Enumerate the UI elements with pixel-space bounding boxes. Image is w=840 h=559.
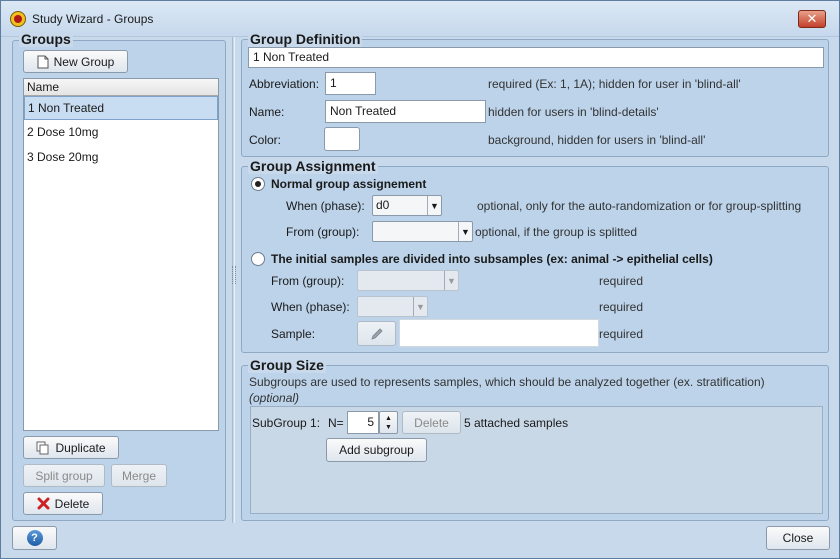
abbreviation-label: Abbreviation: (249, 77, 320, 91)
normal-assignment-label: Normal group assignement (271, 177, 427, 191)
groups-panel-title: Groups (19, 31, 73, 47)
copy-icon (36, 441, 49, 454)
list-item[interactable]: 2 Dose 10mg (24, 121, 218, 145)
sub-from-group-select[interactable]: ▼ (357, 270, 459, 291)
name-label: Name: (249, 105, 285, 119)
split-group-label: Split group (35, 468, 93, 483)
chevron-down-icon: ▼ (458, 222, 472, 241)
subgroup-delete-button[interactable]: Delete (402, 411, 461, 434)
name-hint: hidden for users in 'blind-details' (488, 105, 659, 119)
list-item-label: 1 Non Treated (28, 101, 105, 115)
abbreviation-hint: required (Ex: 1, 1A); hidden for user in… (488, 77, 741, 91)
subsample-assignment-radio[interactable] (251, 252, 265, 266)
window-close-button[interactable]: ✕ (798, 10, 826, 28)
when-phase-value: d0 (376, 198, 390, 212)
study-wizard-window: Study Wizard - Groups ✕ Groups New Group… (0, 0, 840, 559)
list-item-label: 2 Dose 10mg (27, 125, 99, 139)
delete-group-button[interactable]: Delete (23, 492, 103, 515)
subgroup-size-value: 5 (367, 415, 374, 429)
subgroup-label: SubGroup 1: (252, 416, 321, 430)
close-label: Close (782, 531, 814, 545)
splitter-grip-icon[interactable] (232, 266, 236, 284)
from-group-hint: optional, if the group is splitted (475, 225, 638, 239)
from-group-select[interactable]: ▼ (372, 221, 473, 242)
new-group-label: New Group (53, 54, 115, 69)
help-button[interactable]: ? (12, 526, 57, 550)
sub-when-phase-hint: required (599, 300, 644, 314)
when-phase-select[interactable]: d0 ▼ (372, 195, 442, 216)
merge-button[interactable]: Merge (111, 464, 167, 487)
sample-hint: required (599, 327, 644, 341)
list-item-label: 3 Dose 20mg (27, 150, 99, 164)
color-hint: background, hidden for users in 'blind-a… (488, 133, 706, 147)
when-phase-hint: optional, only for the auto-randomizatio… (477, 199, 802, 213)
group-size-optional-note: (optional) (249, 391, 300, 405)
window-title: Study Wizard - Groups (32, 12, 154, 26)
sample-edit-button[interactable] (357, 321, 396, 346)
subsample-assignment-label: The initial samples are divided into sub… (271, 252, 713, 266)
help-icon: ? (26, 530, 43, 546)
name-input[interactable]: Non Treated (325, 100, 486, 123)
group-assignment-title: Group Assignment (248, 158, 378, 174)
list-item[interactable]: 1 Non Treated (24, 96, 218, 120)
color-picker-button[interactable] (324, 127, 360, 151)
red-x-icon (37, 497, 50, 510)
attached-samples-text: 5 attached samples (464, 416, 569, 430)
sub-when-phase-select[interactable]: ▼ (357, 296, 428, 317)
merge-label: Merge (121, 468, 156, 483)
sub-from-group-hint: required (599, 274, 644, 288)
sub-when-phase-label: When (phase): (271, 300, 350, 314)
list-item[interactable]: 3 Dose 20mg (24, 146, 218, 170)
subgroup-size-input[interactable]: 5 (347, 411, 379, 434)
app-logo-icon (10, 11, 26, 27)
stepper-up-icon[interactable]: ▲ (385, 414, 392, 423)
when-phase-label: When (phase): (286, 199, 365, 213)
add-subgroup-label: Add subgroup (339, 443, 414, 457)
sub-from-group-label: From (group): (271, 274, 345, 288)
group-full-name-field[interactable]: 1 Non Treated (248, 47, 824, 68)
group-definition-title: Group Definition (248, 31, 363, 47)
group-size-title: Group Size (248, 357, 326, 373)
normal-assignment-radio[interactable] (251, 177, 265, 191)
from-group-label: From (group): (286, 225, 360, 239)
chevron-down-icon: ▼ (427, 196, 441, 215)
duplicate-button[interactable]: Duplicate (23, 436, 119, 459)
group-size-description: Subgroups are used to represents samples… (249, 375, 765, 389)
title-bar[interactable]: Study Wizard - Groups ✕ (1, 1, 839, 37)
document-icon (37, 55, 49, 68)
new-group-button[interactable]: New Group (23, 50, 128, 73)
abbreviation-input[interactable]: 1 (325, 72, 376, 95)
subgroup-size-stepper[interactable]: ▲ ▼ (379, 411, 398, 434)
groups-list[interactable]: Name 1 Non Treated 2 Dose 10mg 3 Dose 20… (23, 78, 219, 431)
sample-label: Sample: (271, 327, 316, 341)
delete-group-label: Delete (54, 496, 90, 511)
duplicate-label: Duplicate (55, 440, 106, 455)
close-button[interactable]: Close (766, 526, 830, 550)
add-subgroup-button[interactable]: Add subgroup (326, 438, 427, 462)
pencil-icon (370, 327, 383, 340)
n-label: N= (328, 416, 344, 430)
chevron-down-icon: ▼ (413, 297, 427, 316)
subgroup-delete-label: Delete (414, 415, 449, 430)
groups-list-header[interactable]: Name (24, 79, 218, 96)
color-label: Color: (249, 133, 282, 147)
stepper-down-icon[interactable]: ▼ (385, 423, 392, 432)
chevron-down-icon: ▼ (444, 271, 458, 290)
split-group-button[interactable]: Split group (23, 464, 105, 487)
sample-field[interactable] (399, 319, 599, 347)
